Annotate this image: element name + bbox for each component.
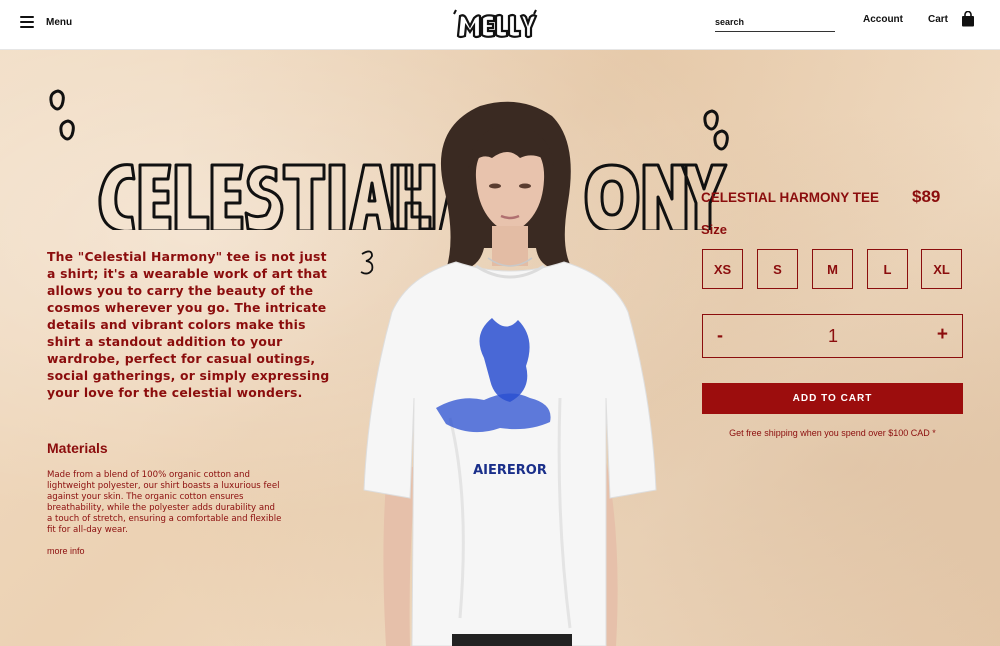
size-option-l[interactable]: L (867, 249, 908, 289)
cart-link[interactable]: Cart (928, 14, 948, 25)
site-header: Menu Account Cart (0, 0, 1000, 50)
quantity-stepper: - 1 + (702, 314, 963, 358)
product-price: $89 (912, 187, 941, 206)
search-input[interactable] (715, 12, 835, 32)
menu-label: Menu (46, 16, 73, 28)
quantity-value[interactable]: 1 (821, 326, 845, 347)
melly-logo[interactable] (450, 8, 540, 42)
menu-button[interactable]: Menu (20, 12, 72, 32)
size-option-s[interactable]: S (757, 249, 798, 289)
add-to-cart-button[interactable]: ADD TO CART (702, 383, 963, 414)
size-option-xl[interactable]: XL (921, 249, 962, 289)
shirt-print-text: AIEREROR (473, 463, 547, 478)
more-info-link[interactable]: more info (47, 546, 85, 556)
materials-text: Made from a blend of 100% organic cotton… (47, 470, 282, 535)
materials-title: Materials (47, 440, 108, 456)
size-option-xs[interactable]: XS (702, 249, 743, 289)
hamburger-icon (20, 16, 34, 28)
shopping-bag-icon[interactable] (961, 11, 975, 27)
size-option-m[interactable]: M (812, 249, 853, 289)
shipping-note: Get free shipping when you spend over $1… (729, 428, 936, 438)
account-link[interactable]: Account (863, 14, 903, 25)
product-hero: AIEREROR The "Celestial Harmony" tee is … (0, 50, 1000, 646)
size-label: Size (701, 222, 728, 237)
model-photo: AIEREROR (363, 101, 657, 646)
product-description: The "Celestial Harmony" tee is not just … (47, 249, 330, 400)
product-name: CELESTIAL HARMONY TEE (701, 190, 880, 205)
quantity-increase-button[interactable]: + (937, 324, 948, 346)
quantity-decrease-button[interactable]: - (717, 325, 723, 346)
